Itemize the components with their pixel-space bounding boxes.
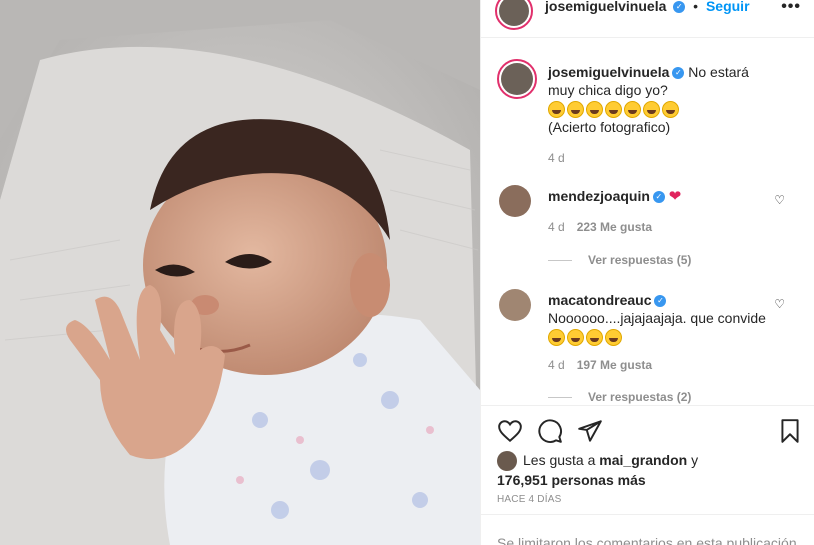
- replies-divider: [548, 397, 572, 399]
- red-heart-emoji-icon: ❤: [668, 188, 682, 205]
- likes-prefix: Les gusta a: [523, 452, 596, 468]
- laughing-emoji-icon: [548, 100, 565, 118]
- follow-button[interactable]: Seguir: [706, 0, 750, 14]
- comment-item: mendezjoaquin ✓ ❤ ♡ 4 d 223 Me gusta Ver r…: [497, 183, 797, 273]
- comment-icon[interactable]: [537, 418, 563, 444]
- view-replies-label: Ver respuestas (2): [588, 390, 692, 404]
- post-timestamp[interactable]: HACE 4 DÍAS: [497, 494, 561, 505]
- liker-avatar[interactable]: [497, 451, 517, 472]
- comment-text: macatondreauc ✓ Noooooo....jajajaajaja. q…: [548, 291, 767, 346]
- post-panel: josemiguelvinuela ✓ • Seguir ••• josemig…: [480, 0, 814, 545]
- caption-time[interactable]: 4 d: [548, 151, 565, 165]
- comment-like-heart-icon[interactable]: ♡: [774, 297, 785, 311]
- comment-likes[interactable]: 197 Me gusta: [577, 358, 652, 372]
- commenter-avatar[interactable]: [499, 185, 531, 217]
- more-options-icon[interactable]: •••: [781, 0, 801, 16]
- author-avatar: [499, 0, 529, 26]
- likes-count[interactable]: 176,951 personas más: [497, 472, 646, 488]
- caption-emojis: [548, 100, 681, 118]
- caption-avatar-ring[interactable]: [497, 59, 537, 99]
- laughing-emoji-icon: [586, 328, 603, 346]
- baby-photo-image: [0, 0, 480, 545]
- author-avatar-ring[interactable]: [495, 0, 533, 30]
- comment-body: Noooooo....jajajaajaja. que convide: [548, 310, 766, 326]
- comment-likes[interactable]: 223 Me gusta: [577, 220, 652, 234]
- view-replies-label: Ver respuestas (5): [588, 253, 692, 267]
- comment-time[interactable]: 4 d: [548, 220, 565, 234]
- caption-avatar: [501, 63, 533, 95]
- comment-text: mendezjoaquin ✓ ❤: [548, 187, 767, 206]
- laughing-emoji-icon: [567, 100, 584, 118]
- view-replies-button[interactable]: Ver respuestas (5): [548, 253, 691, 267]
- comments-limited-notice: Se limitaron los comentarios en esta pub…: [481, 514, 814, 545]
- laughing-emoji-icon: [662, 100, 679, 118]
- caption-username[interactable]: josemiguelvinuela: [548, 64, 669, 80]
- verified-icon: ✓: [672, 67, 685, 80]
- commenter-username[interactable]: mendezjoaquin: [548, 188, 650, 204]
- laughing-emoji-icon: [624, 100, 641, 118]
- laughing-emoji-icon: [605, 328, 622, 346]
- commenter-avatar[interactable]: [499, 289, 531, 321]
- comment-item: macatondreauc ✓ Noooooo....jajajaajaja. q…: [497, 287, 797, 405]
- caption-comment: josemiguelvinuela ✓ No estará muy chica d…: [497, 59, 797, 169]
- heart-icon[interactable]: [497, 418, 523, 444]
- post-photo[interactable]: [0, 0, 480, 545]
- action-bar: [481, 405, 814, 455]
- author-username[interactable]: josemiguelvinuela: [545, 0, 666, 14]
- share-icon[interactable]: [577, 418, 603, 444]
- view-replies-button[interactable]: Ver respuestas (2): [548, 390, 691, 404]
- caption-body-2: (Acierto fotografico): [548, 118, 671, 135]
- comments-list[interactable]: josemiguelvinuela ✓ No estará muy chica d…: [481, 39, 814, 405]
- laughing-emoji-icon: [605, 100, 622, 118]
- laughing-emoji-icon: [567, 328, 584, 346]
- verified-icon: ✓: [673, 1, 686, 14]
- laughing-emoji-icon: [643, 100, 660, 118]
- comment-meta: 4 d 223 Me gusta: [548, 220, 652, 234]
- caption-text: josemiguelvinuela ✓ No estará muy chica d…: [548, 63, 767, 136]
- verified-icon: ✓: [654, 295, 667, 308]
- comment-meta: 4 d 197 Me gusta: [548, 358, 652, 372]
- replies-divider: [548, 260, 572, 262]
- post-header: josemiguelvinuela ✓ • Seguir •••: [481, 0, 814, 38]
- commenter-username[interactable]: macatondreauc: [548, 292, 651, 308]
- verified-icon: ✓: [652, 191, 665, 204]
- likes-conj: y: [691, 452, 699, 468]
- comment-time[interactable]: 4 d: [548, 358, 565, 372]
- liker-username[interactable]: mai_grandon: [599, 452, 687, 468]
- bookmark-icon[interactable]: [777, 418, 803, 444]
- laughing-emoji-icon: [586, 100, 603, 118]
- comment-like-heart-icon[interactable]: ♡: [774, 193, 785, 207]
- laughing-emoji-icon: [548, 328, 565, 346]
- likes-summary: Les gusta a mai_grandon y 176,951 person…: [497, 451, 797, 489]
